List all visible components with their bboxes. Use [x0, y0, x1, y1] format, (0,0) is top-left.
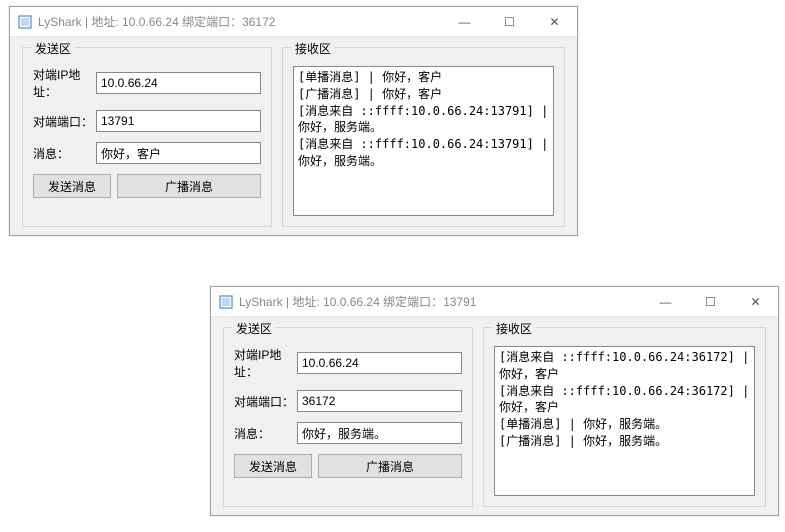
titlebar[interactable]: LyShark | 地址: 10.0.66.24 绑定端口：36172 — ☐ … [10, 7, 577, 37]
maximize-icon: ☐ [705, 295, 716, 309]
app-icon [219, 295, 233, 309]
recv-legend: 接收区 [291, 40, 335, 57]
minimize-button[interactable]: — [442, 7, 487, 37]
minimize-icon: — [459, 15, 471, 29]
send-button[interactable]: 发送消息 [33, 174, 111, 198]
msg-label: 消息： [234, 425, 297, 442]
client-area: 发送区 对端IP地址： 对端端口： 消息： 发送消息 广播消息 接收区 [消息来… [211, 317, 778, 519]
message-input[interactable] [96, 142, 261, 164]
peer-port-input[interactable] [96, 110, 261, 132]
maximize-icon: ☐ [504, 15, 515, 29]
ip-label: 对端IP地址： [33, 66, 96, 100]
recv-textbox[interactable]: [消息来自 ::ffff:10.0.66.24:36172] | 你好，客户 [… [494, 346, 755, 496]
window-title: LyShark | 地址: 10.0.66.24 绑定端口：13791 [239, 293, 476, 310]
ip-label: 对端IP地址： [234, 346, 297, 380]
send-button[interactable]: 发送消息 [234, 454, 312, 478]
recv-legend: 接收区 [492, 320, 536, 337]
send-legend: 发送区 [232, 320, 276, 337]
send-group: 发送区 对端IP地址： 对端端口： 消息： 发送消息 广播消息 [22, 47, 272, 227]
broadcast-button[interactable]: 广播消息 [117, 174, 261, 198]
window-title: LyShark | 地址: 10.0.66.24 绑定端口：36172 [38, 13, 275, 30]
peer-ip-input[interactable] [297, 352, 462, 374]
broadcast-button[interactable]: 广播消息 [318, 454, 462, 478]
close-icon: ✕ [750, 295, 760, 309]
minimize-button[interactable]: — [643, 287, 688, 317]
port-label: 对端端口： [33, 113, 96, 130]
minimize-icon: — [660, 295, 672, 309]
maximize-button[interactable]: ☐ [688, 287, 733, 317]
send-group: 发送区 对端IP地址： 对端端口： 消息： 发送消息 广播消息 [223, 327, 473, 507]
recv-group: 接收区 [单播消息] | 你好，客户 [广播消息] | 你好，客户 [消息来自 … [282, 47, 565, 227]
close-button[interactable]: ✕ [532, 7, 577, 37]
window-1: LyShark | 地址: 10.0.66.24 绑定端口：36172 — ☐ … [9, 6, 578, 236]
close-icon: ✕ [549, 15, 559, 29]
client-area: 发送区 对端IP地址： 对端端口： 消息： 发送消息 广播消息 接收区 [单播消… [10, 37, 577, 239]
app-icon [18, 15, 32, 29]
recv-group: 接收区 [消息来自 ::ffff:10.0.66.24:36172] | 你好，… [483, 327, 766, 507]
port-label: 对端端口： [234, 393, 297, 410]
peer-port-input[interactable] [297, 390, 462, 412]
recv-textbox[interactable]: [单播消息] | 你好，客户 [广播消息] | 你好，客户 [消息来自 ::ff… [293, 66, 554, 216]
window-2: LyShark | 地址: 10.0.66.24 绑定端口：13791 — ☐ … [210, 286, 779, 516]
titlebar[interactable]: LyShark | 地址: 10.0.66.24 绑定端口：13791 — ☐ … [211, 287, 778, 317]
msg-label: 消息： [33, 145, 96, 162]
send-legend: 发送区 [31, 40, 75, 57]
message-input[interactable] [297, 422, 462, 444]
peer-ip-input[interactable] [96, 72, 261, 94]
close-button[interactable]: ✕ [733, 287, 778, 317]
maximize-button[interactable]: ☐ [487, 7, 532, 37]
